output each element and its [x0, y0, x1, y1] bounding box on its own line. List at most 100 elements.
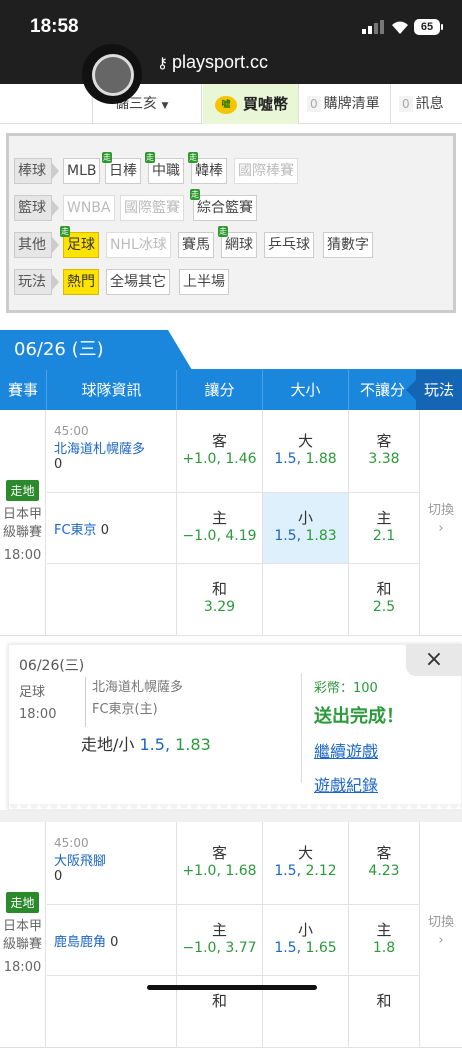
odds-cell-ml[interactable]: 客 4.23: [349, 822, 420, 905]
league-name: 日本甲級聯賽: [2, 919, 42, 952]
header-play: 玩法: [406, 370, 462, 410]
live-badge: 走: [145, 152, 155, 163]
popup-date: 06/26(三): [19, 658, 85, 674]
game-record-link[interactable]: 遊戲紀錄: [314, 772, 411, 796]
live-badge: 走: [218, 226, 228, 237]
filter-category: 籃球: [14, 195, 59, 221]
continue-game-link[interactable]: 繼續遊戲: [314, 738, 411, 762]
team-name[interactable]: 北海道札幌薩多: [54, 438, 176, 457]
team-score: 0: [54, 869, 63, 884]
header-event: 賽事: [0, 370, 47, 410]
team-name[interactable]: 大阪飛腳: [54, 850, 176, 869]
filter-chip[interactable]: WNBA: [63, 195, 115, 221]
odds-cell-spread[interactable]: 和 3.29: [177, 564, 263, 636]
odds-cell-ml[interactable]: 和 2.5: [349, 564, 420, 636]
filter-chip[interactable]: 賽馬: [178, 232, 214, 258]
close-icon[interactable]: ×: [406, 644, 462, 676]
team-home: 鹿島鹿角 0: [47, 905, 177, 976]
switch-play-button[interactable]: 切換 ›: [420, 410, 462, 636]
filter-chip[interactable]: 足球走: [60, 226, 99, 258]
league-name: 日本甲級聯賽: [2, 507, 42, 540]
match-time: 18:00: [3, 548, 42, 563]
live-badge: 走: [102, 152, 112, 163]
live-badge: 走地: [6, 480, 39, 501]
odds-cell-total[interactable]: 小 1.5, 1.65: [263, 905, 349, 976]
filter-category: 玩法: [14, 269, 59, 295]
team-score: 0: [100, 523, 109, 538]
screen-record-button[interactable]: [82, 44, 142, 104]
odds-cell-total[interactable]: 小 1.5, 1.83: [263, 493, 349, 564]
filter-chip[interactable]: 國際籃賽: [120, 195, 184, 221]
filter-row: 棒球 MLB 日棒走中職走韓棒走國際棒賽: [14, 152, 454, 186]
chevron-right-icon: ›: [438, 521, 444, 536]
battery-icon: 65: [414, 19, 443, 35]
odds-cell-ml[interactable]: 主 1.8: [349, 905, 420, 976]
popup-team-home: FC東京(主): [92, 702, 158, 717]
switch-play-button[interactable]: 切換 ›: [420, 822, 462, 1048]
filter-row: 其他 足球走 NHL冰球 賽馬 網球走乒乓球 猜數字: [14, 226, 454, 260]
match-clock: 45:00: [54, 836, 89, 850]
filter-chip[interactable]: 熱門: [63, 269, 99, 295]
odds-cell-total: [263, 564, 349, 636]
divider: [0, 810, 462, 822]
popup-teams: 北海道札幌薩多 FC東京(主): [85, 677, 305, 727]
chevron-down-icon: ▼: [161, 101, 169, 111]
match-clock: 45:00: [54, 424, 89, 438]
filter-category: 棒球: [14, 158, 59, 184]
filter-chip[interactable]: 全場其它: [106, 269, 170, 295]
match-row: 走地日本甲級聯賽 18:00 45:00 北海道札幌薩多 0 FC東京 0 客 +1.0, 1…: [0, 410, 462, 636]
filter-chip[interactable]: 韓棒走: [188, 152, 227, 184]
popup-bet-summary: 走地/小 1.5, 1.83: [81, 735, 211, 754]
filter-chip[interactable]: MLB: [63, 158, 101, 184]
league-cell: 走地日本甲級聯賽 18:00: [0, 410, 46, 636]
header-team: 球隊資訊: [47, 370, 177, 410]
team-name[interactable]: FC東京: [54, 523, 97, 538]
filter-chip[interactable]: 乒乓球: [264, 232, 314, 258]
popup-team-away: 北海道札幌薩多: [92, 680, 184, 695]
lock-icon: ⚷: [157, 55, 168, 72]
odds-cell-total[interactable]: 大 1.5, 1.88: [263, 410, 349, 493]
cart-link[interactable]: 0 購牌清單: [298, 84, 390, 124]
wifi-icon: [392, 21, 408, 34]
odds-cell-ml[interactable]: 主 2.1: [349, 493, 420, 564]
team-score: 0: [110, 935, 119, 950]
team-name[interactable]: 鹿島鹿角: [54, 935, 106, 950]
odds-cell-spread[interactable]: 主 −1.0, 4.19: [177, 493, 263, 564]
odds-cell-total[interactable]: 大 1.5, 2.12: [263, 822, 349, 905]
messages-link[interactable]: 0 訊息: [390, 84, 462, 124]
bet-confirm-popup: 06/26(三) 足球 18:00 北海道札幌薩多 FC東京(主) 走地/小 1…: [8, 644, 462, 814]
popup-time: 18:00: [19, 707, 57, 722]
odds-cell-spread[interactable]: 客 +1.0, 1.68: [177, 822, 263, 905]
filter-chip[interactable]: 上半場: [179, 269, 229, 295]
filter-category: 其他: [14, 232, 59, 258]
filter-chip[interactable]: 中職走: [145, 152, 184, 184]
status-bar: 18:58 65 ⚷ playsport.cc: [0, 0, 462, 84]
filter-chip[interactable]: 日棒走: [102, 152, 141, 184]
odds-cell-spread[interactable]: 主 −1.0, 3.77: [177, 905, 263, 976]
clock-time: 18:58: [30, 16, 79, 37]
team-away: 45:00 北海道札幌薩多 0: [47, 410, 177, 493]
home-indicator[interactable]: [147, 985, 317, 990]
address-bar[interactable]: ⚷ playsport.cc: [157, 52, 268, 73]
filter-chip[interactable]: 綜合籃賽走: [190, 189, 257, 221]
chevron-right-icon: ›: [438, 933, 444, 948]
team-draw: [47, 564, 177, 636]
popup-done-message: 送出完成！: [314, 706, 404, 727]
popup-coin-amount: 彩幣：100: [314, 681, 378, 696]
odds-cell-ml[interactable]: 和: [349, 976, 420, 1048]
match-row: 走地 日本甲級聯賽 18:00 45:00 大阪飛腳 0 鹿島鹿角 0 客 +1.0, 1.68…: [0, 822, 462, 1048]
filter-chip[interactable]: 國際棒賽: [234, 158, 298, 184]
team-away: 45:00 大阪飛腳 0: [47, 822, 177, 905]
date-tab[interactable]: 06/26 (三): [0, 330, 192, 370]
filter-row: 玩法 熱門 全場其它 上半場: [14, 269, 454, 297]
odds-cell-ml[interactable]: 客 3.38: [349, 410, 420, 493]
buy-coin-button[interactable]: 噓買噓幣: [203, 84, 298, 124]
live-badge: 走地: [6, 892, 39, 913]
filter-chip[interactable]: 猜數字: [323, 232, 373, 258]
coin-icon: 噓: [215, 95, 237, 114]
odds-cell-spread[interactable]: 客 +1.0, 1.46: [177, 410, 263, 493]
live-badge: 走: [188, 152, 198, 163]
live-badge: 走: [190, 189, 200, 200]
filter-chip[interactable]: NHL冰球: [106, 232, 171, 258]
filter-chip[interactable]: 網球走: [218, 226, 257, 258]
